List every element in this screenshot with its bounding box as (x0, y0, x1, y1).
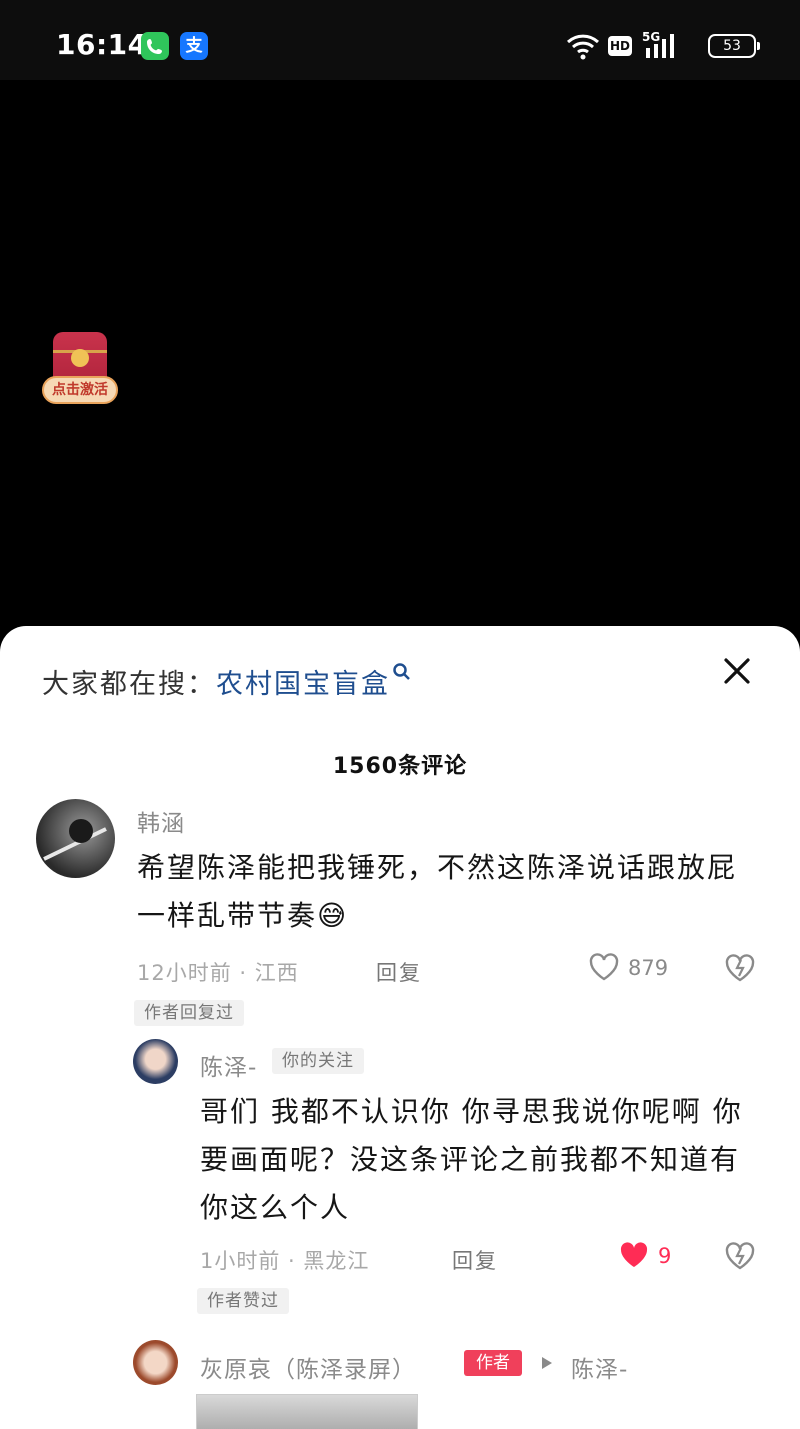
following-tag: 你的关注 (272, 1048, 364, 1074)
search-keyword[interactable]: 农村国宝盲盒 (216, 669, 390, 700)
wifi-icon (566, 34, 600, 60)
comment-image[interactable] (196, 1394, 418, 1429)
battery-indicator: 53 (708, 34, 760, 58)
like-count: 879 (628, 956, 669, 980)
like-button[interactable]: 879 (588, 952, 678, 986)
like-count: 9 (658, 1244, 672, 1268)
comment-username[interactable]: 韩涵 (137, 804, 185, 838)
red-packet-widget[interactable]: 点击激活 (42, 332, 118, 406)
avatar[interactable] (36, 799, 115, 878)
coin-icon (71, 349, 89, 367)
reply-arrow-icon (542, 1357, 552, 1369)
heart-filled-icon (620, 1242, 648, 1267)
comment-text[interactable]: 希望陈泽能把我锤死，不然这陈泽说话跟放屁一样乱带节奏😅 (137, 844, 757, 940)
like-button[interactable]: 9 (618, 1240, 678, 1274)
avatar[interactable] (133, 1340, 178, 1385)
reply-button[interactable]: 回复 (452, 1245, 498, 1275)
signal-icon (646, 34, 674, 58)
close-icon[interactable] (722, 656, 752, 686)
author-replied-tag: 作者回复过 (134, 1000, 244, 1026)
comment-count: 1560条评论 (332, 754, 468, 779)
status-time: 16:14 (56, 28, 148, 61)
comment-username[interactable]: 灰原哀（陈泽录屏） (200, 1350, 416, 1384)
avatar[interactable] (133, 1039, 178, 1084)
system-icons: HD 5G 53 (566, 30, 760, 62)
status-bar: 16:14 支 HD 5G 53 (0, 0, 800, 80)
search-prefix: 大家都在搜： (42, 669, 216, 700)
author-liked-tag: 作者赞过 (197, 1288, 289, 1314)
search-icon (393, 663, 410, 680)
comment-meta: 12小时前 · 江西 (137, 961, 299, 985)
hd-icon: HD (608, 36, 632, 56)
reply-button[interactable]: 回复 (376, 957, 422, 987)
comment-text[interactable]: 哥们 我都不认识你 你寻思我说你呢啊 你要画面呢？没这条评论之前我都不知道有你这… (200, 1088, 765, 1232)
red-packet-label: 点击激活 (42, 376, 118, 404)
phone-icon (141, 32, 169, 60)
dislike-icon[interactable] (724, 1241, 756, 1271)
search-suggestion[interactable]: 大家都在搜：农村国宝盲盒 (42, 662, 412, 701)
author-badge: 作者 (464, 1350, 522, 1376)
dislike-icon[interactable] (724, 953, 756, 983)
comment-meta: 1小时前 · 黑龙江 (200, 1249, 370, 1273)
heart-icon (589, 953, 619, 981)
alipay-icon: 支 (180, 32, 208, 60)
comment-sheet: 大家都在搜：农村国宝盲盒 1560条评论 韩涵 希望陈泽能把我锤死，不然这陈泽说… (0, 626, 800, 1429)
comment-username[interactable]: 陈泽- (200, 1048, 257, 1082)
reply-to-username[interactable]: 陈泽- (571, 1350, 628, 1384)
